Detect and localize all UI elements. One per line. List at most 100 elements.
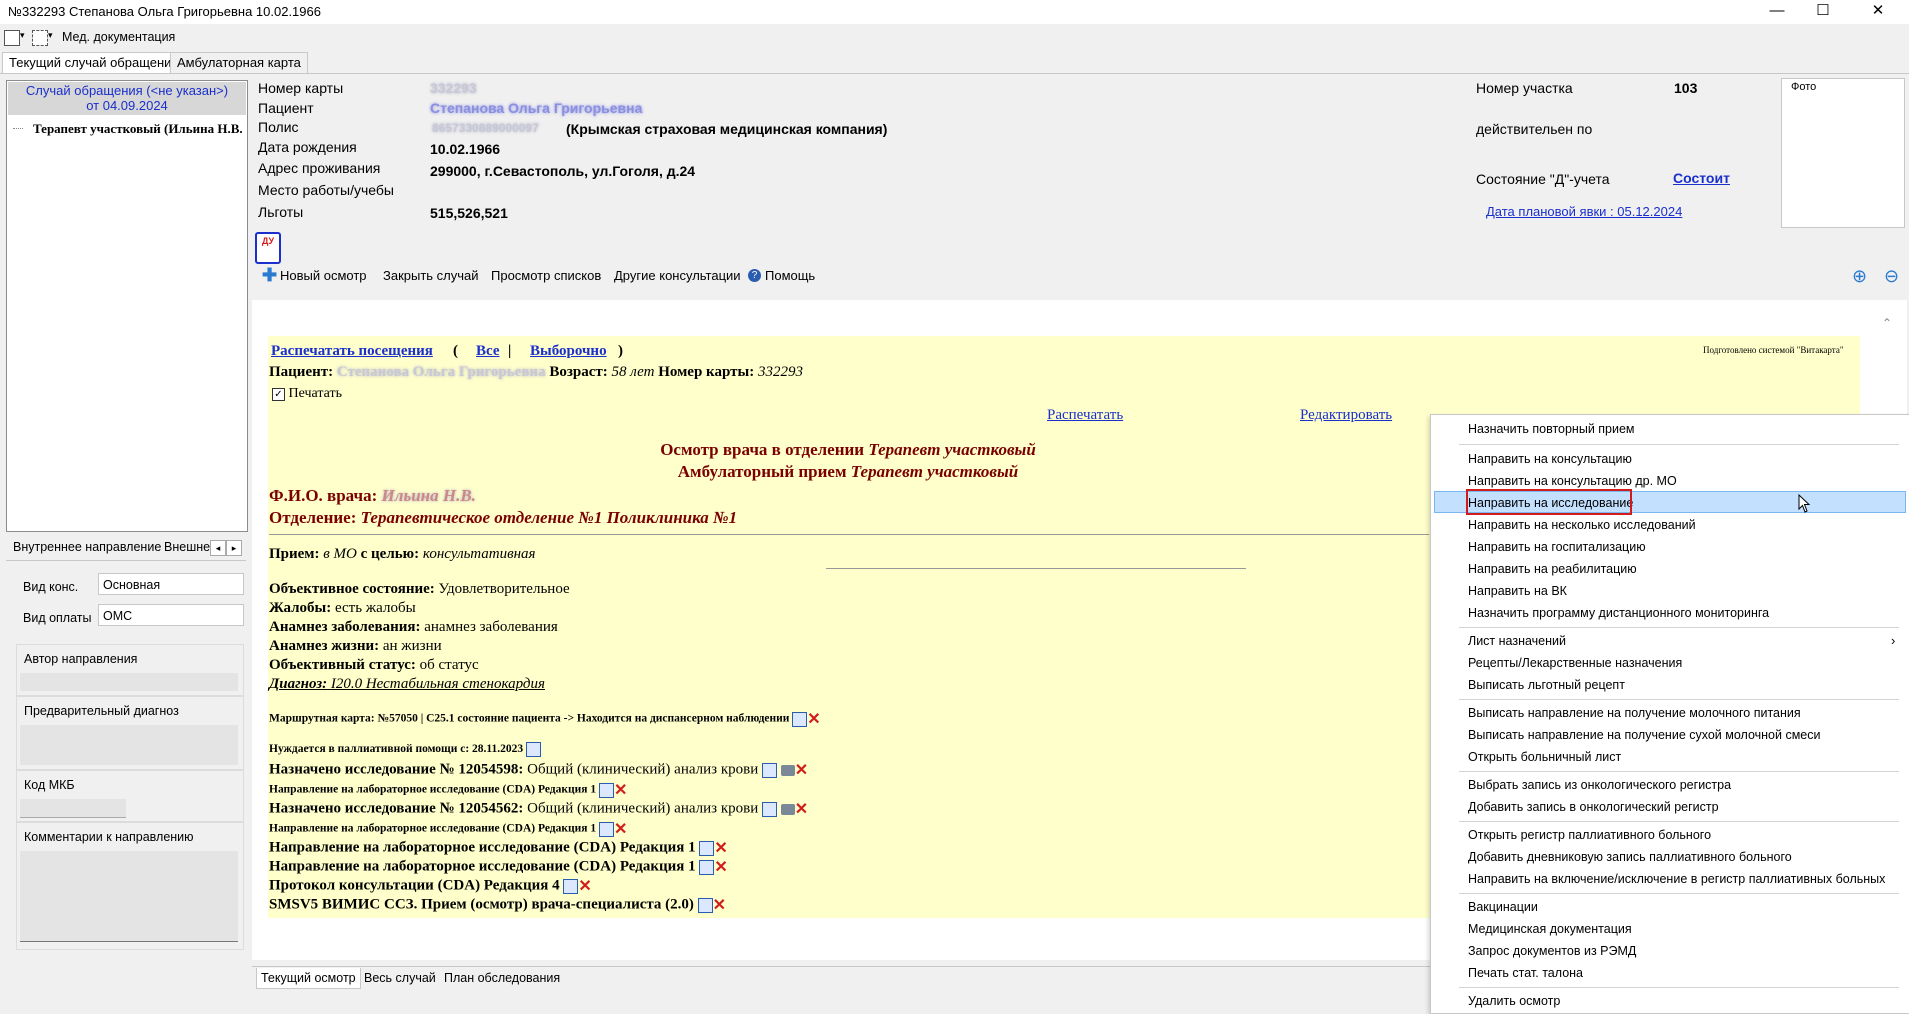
comments-field[interactable] (20, 851, 238, 942)
print-menu-icon[interactable] (4, 30, 20, 46)
layout-menu-icon[interactable] (32, 30, 48, 46)
tree-item-therapist[interactable]: Терапевт участковый (Ильина Н.В. (33, 121, 243, 137)
minimize-button[interactable]: — (1754, 0, 1800, 24)
tab-whole-case[interactable]: Весь случай (360, 968, 440, 988)
menu-item-palliative-diary[interactable]: Добавить дневниковую запись паллиативног… (1431, 846, 1909, 868)
menu-item-vaccinations[interactable]: Вакцинации (1431, 896, 1909, 918)
print-checkbox[interactable]: ✓ (272, 388, 285, 401)
prelim-diag-group: Предварительный диагноз (16, 696, 244, 770)
edit-icon[interactable] (792, 711, 808, 727)
menu-item-multiple-studies[interactable]: Направить на несколько исследований (1431, 514, 1909, 536)
edit-icon[interactable] (526, 742, 542, 757)
planned-visit-link[interactable]: Дата плановой явки : 05.12.2024 (1486, 204, 1682, 219)
printer-icon[interactable] (780, 803, 795, 815)
edit-icon[interactable] (699, 859, 715, 875)
menu-item-remd-request[interactable]: Запрос документов из РЭМД (1431, 940, 1909, 962)
menu-item-recipes[interactable]: Рецепты/Лекарственные назначения (1431, 652, 1909, 674)
bottom-tabs-line (252, 966, 1430, 967)
window-title: №332293 Степанова Ольга Григорьевна 10.0… (8, 4, 321, 19)
doc-age-label: Возраст: (549, 364, 608, 380)
print-link[interactable]: Распечатать (1047, 407, 1123, 424)
edit-icon[interactable] (761, 801, 777, 817)
edit-icon[interactable] (598, 821, 614, 837)
view-lists-button[interactable]: Просмотр списков (491, 268, 601, 283)
patient-name[interactable]: Степанова Ольга Григорьевна (430, 100, 642, 116)
maximize-button[interactable]: ☐ (1800, 0, 1846, 24)
chevron-down-icon[interactable]: ▾ (48, 30, 53, 41)
delete-icon[interactable]: ✕ (795, 801, 808, 818)
card-no-value: 332293 (430, 80, 477, 96)
menu-item-medical-docs[interactable]: Медицинская документация (1431, 918, 1909, 940)
edit-icon[interactable] (761, 762, 777, 778)
plus-icon[interactable]: ✚ (262, 266, 277, 284)
edit-icon[interactable] (699, 840, 715, 856)
zoom-out-icon[interactable]: ⊖ (1884, 266, 1899, 287)
menu-item-milk-nutrition[interactable]: Выписать направление на получение молочн… (1431, 702, 1909, 724)
menu-item-sick-leave[interactable]: Открыть больничный лист (1431, 746, 1909, 768)
menu-item-benefit-recipe[interactable]: Выписать льготный рецепт (1431, 674, 1909, 696)
menu-item-dry-milk-mix[interactable]: Выписать направление на получение сухой … (1431, 724, 1909, 746)
menu-item-print-stat[interactable]: Печать стат. талона (1431, 962, 1909, 984)
reception-line: Прием: в МО с целью: консультативная (269, 546, 536, 563)
tab-external-direction[interactable]: Внешне (164, 536, 210, 558)
delete-icon[interactable]: ✕ (714, 859, 727, 876)
study1-dir-text: Направление на лабораторное исследование… (269, 783, 597, 796)
print-visits-link[interactable]: Распечатать посещения (271, 343, 433, 360)
delete-icon[interactable]: ✕ (614, 782, 627, 799)
edit-icon[interactable] (697, 897, 713, 913)
menu-item-prescription-sheet[interactable]: Лист назначений › (1431, 630, 1909, 652)
tab-ambulatory-card[interactable]: Амбулаторная карта (170, 52, 308, 73)
menu-item-add-onco[interactable]: Добавить запись в онкологический регистр (1431, 796, 1909, 818)
scroll-up-icon[interactable]: ⌃ (1882, 316, 1892, 330)
doctor-name: Ильина Н.В. (381, 486, 476, 505)
chevron-down-icon[interactable]: ▾ (20, 30, 25, 41)
tab-scroll-right-icon[interactable]: ▸ (226, 540, 242, 556)
photo-frame[interactable]: Фото (1781, 78, 1905, 228)
vid-kons-field[interactable]: Основная (98, 573, 244, 595)
menu-item-select-onco[interactable]: Выбрать запись из онкологического регист… (1431, 774, 1909, 796)
tab-internal-direction[interactable]: Внутреннее направление (13, 536, 161, 558)
doctor-label: Ф.И.О. врача: (269, 486, 378, 505)
mkb-field[interactable] (20, 799, 126, 818)
delete-icon[interactable]: ✕ (795, 762, 808, 779)
zoom-in-icon[interactable]: ⊕ (1852, 266, 1867, 287)
help-icon[interactable]: ? (748, 269, 761, 282)
menu-item-repeat-visit[interactable]: Назначить повторный прием (1431, 418, 1909, 440)
menu-item-remote-monitoring[interactable]: Назначить программу дистанционного монит… (1431, 602, 1909, 624)
menu-item-rehabilitation[interactable]: Направить на реабилитацию (1431, 558, 1909, 580)
prelim-diag-field[interactable] (20, 725, 238, 765)
edit-icon[interactable] (598, 782, 614, 798)
med-docs-button[interactable]: Мед. документация (62, 30, 175, 44)
edit-link[interactable]: Редактировать (1300, 407, 1392, 424)
d-status-link[interactable]: Состоит (1673, 170, 1730, 186)
close-button[interactable]: ✕ (1855, 0, 1901, 24)
menu-item-delete-exam[interactable]: Удалить осмотр (1431, 990, 1909, 1012)
case-node[interactable]: Случай обращения (<не указан>) от 04.09.… (8, 82, 246, 115)
menu-item-consultation[interactable]: Направить на консультацию (1431, 448, 1909, 470)
menu-item-vk[interactable]: Направить на ВК (1431, 580, 1909, 602)
close-case-button[interactable]: Закрыть случай (383, 268, 479, 283)
delete-icon[interactable]: ✕ (713, 897, 726, 914)
menu-item-open-palliative[interactable]: Открыть регистр паллиативного больного (1431, 824, 1909, 846)
menu-item-palliative-register[interactable]: Направить на включение/исключение в реги… (1431, 868, 1909, 890)
tab-exam-plan[interactable]: План обследования (440, 968, 564, 988)
printer-icon[interactable] (780, 764, 795, 776)
delete-icon[interactable]: ✕ (714, 840, 727, 857)
edit-icon[interactable] (563, 878, 579, 894)
author-field[interactable] (20, 673, 238, 691)
other-consult-button[interactable]: Другие консультации (614, 268, 741, 283)
new-exam-button[interactable]: Новый осмотр (280, 268, 367, 283)
delete-icon[interactable]: ✕ (807, 711, 820, 728)
delete-icon[interactable]: ✕ (614, 821, 627, 838)
tab-scroll-left-icon[interactable]: ◂ (210, 540, 226, 556)
help-button[interactable]: Помощь (765, 268, 815, 283)
delete-icon[interactable]: ✕ (578, 878, 591, 895)
all-link[interactable]: Все (476, 343, 500, 360)
menu-item-direct-to-study[interactable]: Направить на исследование (1434, 489, 1906, 515)
selective-link[interactable]: Выборочно (530, 343, 607, 360)
tab-current-case[interactable]: Текущий случай обращения (2, 52, 186, 73)
tab-current-exam[interactable]: Текущий осмотр (256, 968, 361, 989)
du-clipboard-icon[interactable]: ДУ (255, 232, 281, 264)
menu-item-hospitalization[interactable]: Направить на госпитализацию (1431, 536, 1909, 558)
vid-oplaty-field[interactable]: ОМС (98, 604, 244, 626)
